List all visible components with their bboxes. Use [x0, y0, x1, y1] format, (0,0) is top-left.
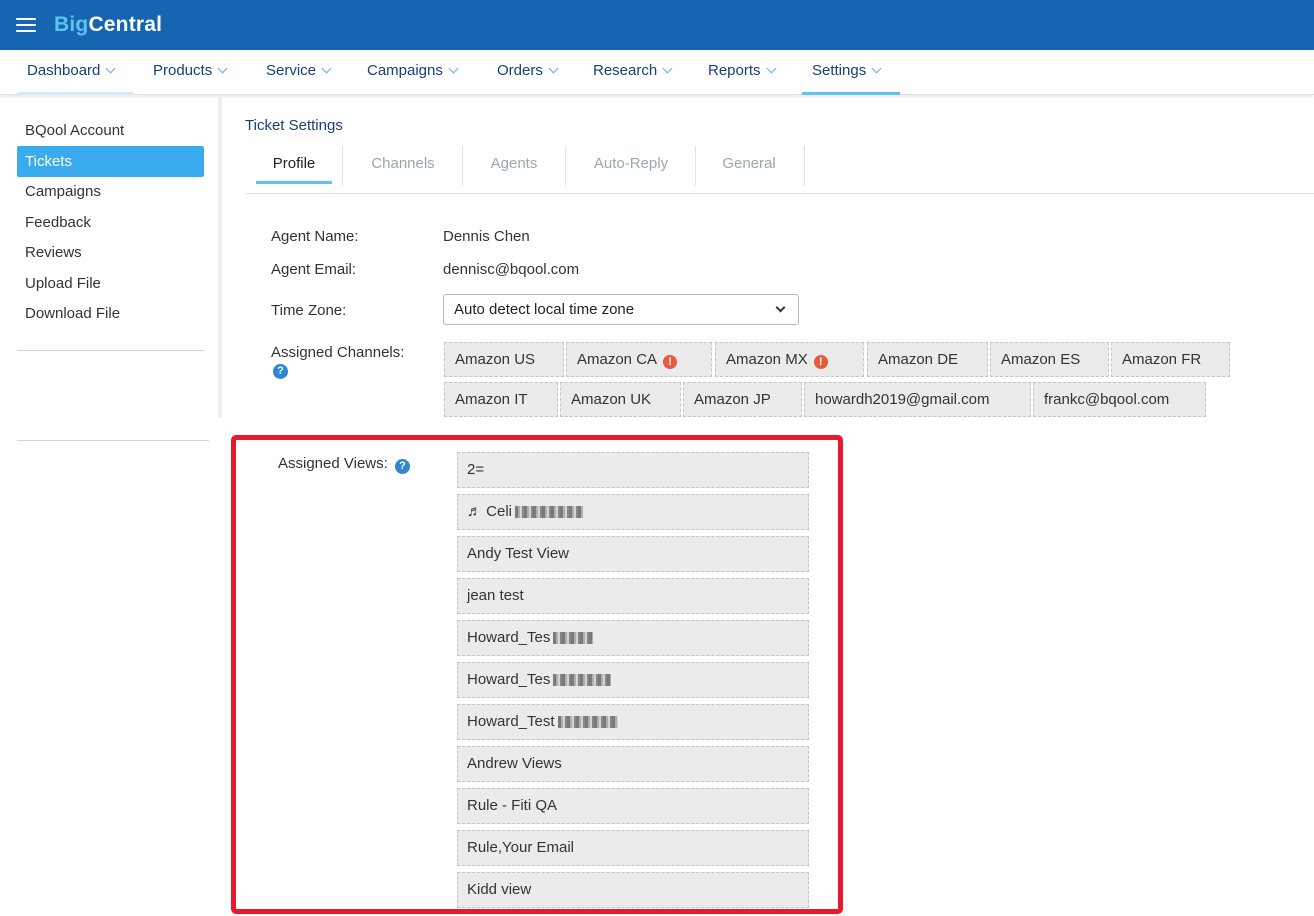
chevron-down-icon — [871, 63, 882, 74]
channel-chip: Amazon ES — [990, 342, 1109, 377]
channel-label: Amazon UK — [571, 391, 652, 408]
channel-chip: Amazon JP — [683, 382, 802, 417]
sidebar-item-reviews[interactable]: Reviews — [17, 237, 204, 268]
tab-channels[interactable]: Channels — [355, 146, 451, 184]
settings-tabs: Profile Channels Agents Auto-Reply Gener… — [245, 146, 1314, 194]
chevron-down-icon — [217, 63, 228, 74]
chevron-down-icon — [662, 63, 673, 74]
sidebar-divider — [17, 350, 204, 351]
channel-chip: Amazon FR — [1111, 342, 1230, 377]
brand-logo[interactable]: BigCentral — [54, 13, 162, 37]
channel-label: howardh2019@gmail.com — [815, 391, 990, 408]
chevron-down-icon — [448, 63, 459, 74]
nav-settings[interactable]: Settings — [802, 50, 900, 95]
channel-label: Amazon ES — [1001, 351, 1081, 368]
channel-chip: Amazon US — [444, 342, 564, 377]
agent-name-value: Dennis Chen — [443, 228, 530, 245]
tab-separator — [804, 146, 805, 186]
nav-label: Service — [266, 62, 317, 79]
sidebar-item-upload-file[interactable]: Upload File — [17, 268, 204, 299]
nav-label: Dashboard — [27, 62, 101, 79]
brand-part2: Central — [88, 13, 163, 36]
nav-service[interactable]: Service — [266, 50, 332, 95]
channel-chip: Amazon MX! — [715, 342, 864, 377]
top-bar: BigCentral — [0, 0, 1314, 50]
chevron-down-icon — [766, 63, 776, 74]
agent-name-label: Agent Name: — [271, 228, 359, 245]
nav-label: Products — [153, 62, 213, 79]
channel-label: Amazon MX — [726, 351, 808, 368]
nav-products[interactable]: Products — [153, 50, 228, 95]
hamburger-menu-icon[interactable] — [16, 18, 36, 32]
sidebar-item-feedback[interactable]: Feedback — [17, 207, 204, 238]
chevron-down-icon — [548, 63, 559, 74]
timezone-label: Time Zone: — [271, 302, 347, 319]
nav-label: Research — [593, 62, 658, 79]
brand-part1: Big — [54, 13, 89, 36]
tab-general[interactable]: General — [708, 146, 790, 184]
channel-label: frankc@bqool.com — [1044, 391, 1170, 408]
exclamation-circle-icon: ! — [813, 355, 828, 369]
tab-separator — [565, 146, 566, 186]
main-nav: Dashboard Products Service Campaigns Ord… — [0, 50, 1314, 95]
agent-email-value: dennisc@bqool.com — [443, 261, 580, 278]
chevron-down-icon — [105, 63, 116, 74]
chevron-down-icon — [321, 63, 332, 74]
channel-label: Amazon IT — [455, 391, 528, 408]
highlight-annotation-box — [231, 435, 843, 914]
tab-separator — [695, 146, 696, 186]
tab-profile[interactable]: Profile — [256, 146, 332, 184]
sidebar-item-tickets[interactable]: Tickets — [17, 146, 204, 177]
nav-reports[interactable]: Reports — [708, 50, 776, 95]
tab-separator — [342, 146, 343, 186]
sidebar-divider — [17, 440, 209, 441]
channel-chip: Amazon UK — [560, 382, 681, 417]
channel-chip: Amazon DE — [867, 342, 988, 377]
channel-label: Amazon CA — [577, 351, 658, 368]
nav-label: Reports — [708, 62, 761, 79]
sidebar-item-campaigns[interactable]: Campaigns — [17, 176, 204, 207]
tab-separator — [462, 146, 463, 186]
channel-chip: frankc@bqool.com — [1033, 382, 1206, 417]
channel-label: Amazon DE — [878, 351, 959, 368]
tab-agents[interactable]: Agents — [475, 146, 553, 184]
channel-label: Amazon FR — [1122, 351, 1202, 368]
sidebar-item-download-file[interactable]: Download File — [17, 298, 204, 329]
assigned-channels-label: Assigned Channels: — [271, 344, 405, 361]
nav-dashboard[interactable]: Dashboard — [17, 50, 133, 95]
timezone-select[interactable]: Auto detect local time zone — [443, 294, 799, 325]
nav-label: Orders — [497, 62, 543, 79]
exclamation-circle-icon: ! — [663, 355, 678, 369]
nav-campaigns[interactable]: Campaigns — [367, 50, 459, 95]
channel-chip: Amazon CA! — [566, 342, 712, 377]
channel-label: Amazon JP — [694, 391, 771, 408]
sidebar: BQool Account Tickets Campaigns Feedback… — [0, 96, 222, 418]
sidebar-item-bqool-account[interactable]: BQool Account — [17, 115, 204, 146]
channel-chip: howardh2019@gmail.com — [804, 382, 1031, 417]
chevron-down-icon — [775, 302, 786, 313]
timezone-selected-value: Auto detect local time zone — [454, 301, 635, 318]
question-circle-icon[interactable]: ? — [273, 364, 288, 379]
nav-label: Campaigns — [367, 62, 443, 79]
channel-label: Amazon US — [455, 351, 536, 368]
channel-chip: Amazon IT — [444, 382, 558, 417]
tab-auto-reply[interactable]: Auto-Reply — [578, 146, 684, 184]
nav-label: Settings — [812, 62, 867, 79]
page-title: Ticket Settings — [245, 117, 343, 134]
nav-research[interactable]: Research — [593, 50, 673, 95]
agent-email-label: Agent Email: — [271, 261, 357, 278]
nav-orders[interactable]: Orders — [497, 50, 559, 95]
